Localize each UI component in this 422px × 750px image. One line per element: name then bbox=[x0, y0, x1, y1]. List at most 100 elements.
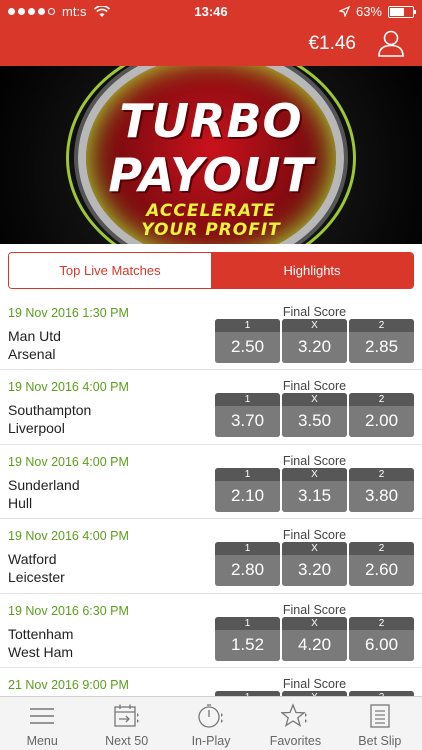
battery-percent: 63% bbox=[355, 4, 382, 19]
odds-button-home[interactable]: 1 2.80 bbox=[215, 542, 280, 587]
segment-tabs: Top Live Matches Highlights bbox=[8, 252, 414, 289]
odds-label: 2 bbox=[349, 542, 414, 556]
result-label: Final Score bbox=[282, 453, 347, 468]
odds-value: 3.20 bbox=[282, 332, 347, 363]
odds-value: 1.52 bbox=[215, 629, 280, 661]
away-team: West Ham bbox=[8, 643, 74, 660]
banner-headline-2: PAYOUT bbox=[108, 148, 314, 202]
odds-button-away[interactable]: 2 3.80 bbox=[349, 467, 414, 512]
odds-group: 1 2.80 X 3.20 2 2.60 bbox=[215, 542, 414, 587]
odds-button-away[interactable]: 2 2.00 bbox=[349, 393, 414, 438]
odds-button-draw[interactable]: X 3.15 bbox=[282, 467, 347, 512]
nav-bet-slip[interactable]: Bet Slip bbox=[338, 697, 422, 750]
odds-label: X bbox=[282, 616, 347, 630]
bottom-nav: Menu Next 50 In-Play Favorites Bet Slip bbox=[0, 696, 422, 750]
match-date: 19 Nov 2016 4:00 PM bbox=[8, 380, 129, 395]
odds-value: 2.60 bbox=[349, 555, 414, 587]
odds-label: 1 bbox=[215, 393, 280, 407]
odds-value: 2.50 bbox=[215, 332, 280, 363]
nav-menu[interactable]: Menu bbox=[0, 697, 84, 750]
away-team: Hull bbox=[8, 494, 33, 511]
home-team: Southampton bbox=[8, 402, 92, 419]
nav-next-50[interactable]: Next 50 bbox=[84, 697, 168, 750]
odds-value: 2.80 bbox=[215, 555, 280, 587]
odds-label: 2 bbox=[349, 616, 414, 630]
odds-label: 1 bbox=[215, 542, 280, 556]
odds-value: 3.50 bbox=[282, 406, 347, 438]
odds-value: 2.85 bbox=[349, 332, 414, 363]
odds-label: X bbox=[282, 467, 347, 481]
odds-group: 1 1.52 X 4.20 2 6.00 bbox=[215, 616, 414, 661]
odds-label: 1 bbox=[215, 616, 280, 630]
home-team: Man Utd bbox=[8, 328, 61, 344]
match-date: 19 Nov 2016 4:00 PM bbox=[8, 454, 129, 469]
home-team: Watford bbox=[8, 551, 57, 568]
odds-button-draw[interactable]: X 3.20 bbox=[282, 542, 347, 587]
home-team: Sunderland bbox=[8, 476, 80, 493]
promo-banner[interactable]: TURBO PAYOUT ACCELERATE YOUR PROFIT bbox=[0, 66, 422, 244]
odds-button-draw[interactable]: X 3.50 bbox=[282, 393, 347, 438]
result-label: Final Score bbox=[282, 602, 347, 617]
odds-value: 3.80 bbox=[349, 480, 414, 512]
match-list: 19 Nov 2016 1:30 PM Man Utd Arsenal Fina… bbox=[0, 296, 422, 743]
odds-label: 2 bbox=[349, 467, 414, 481]
odds-value: 3.70 bbox=[215, 406, 280, 438]
status-bar: mt:s 13:46 63% bbox=[0, 0, 422, 22]
nav-in-play-label: In-Play bbox=[191, 734, 231, 748]
away-team: Liverpool bbox=[8, 420, 65, 437]
match-row[interactable]: 19 Nov 2016 4:00 PM Watford Leicester Fi… bbox=[0, 519, 422, 594]
odds-button-draw[interactable]: X 4.20 bbox=[282, 616, 347, 661]
odds-value: 3.15 bbox=[282, 480, 347, 512]
tab-highlights[interactable]: Highlights bbox=[211, 253, 413, 288]
status-right: 63% bbox=[338, 4, 416, 19]
banner-tagline-2: YOUR PROFIT bbox=[141, 220, 281, 240]
odds-value: 3.20 bbox=[282, 555, 347, 587]
stopwatch-icon bbox=[198, 704, 224, 728]
calendar-icon bbox=[113, 704, 139, 727]
odds-button-home[interactable]: 1 3.70 bbox=[215, 393, 280, 438]
odds-button-draw[interactable]: X 3.20 bbox=[282, 319, 347, 363]
odds-group: 1 3.70 X 3.50 2 2.00 bbox=[215, 393, 414, 438]
match-row[interactable]: 19 Nov 2016 6:30 PM Tottenham West Ham F… bbox=[0, 594, 422, 668]
odds-button-away[interactable]: 2 2.60 bbox=[349, 542, 414, 587]
betslip-icon bbox=[370, 704, 390, 728]
odds-button-home[interactable]: 1 2.50 bbox=[215, 319, 280, 363]
result-label: Final Score bbox=[282, 305, 347, 319]
odds-button-home[interactable]: 1 2.10 bbox=[215, 467, 280, 512]
match-row[interactable]: 19 Nov 2016 4:00 PM Sunderland Hull Fina… bbox=[0, 445, 422, 520]
away-team: Arsenal bbox=[8, 346, 56, 362]
odds-label: 2 bbox=[349, 319, 414, 332]
tab-top-live-matches[interactable]: Top Live Matches bbox=[9, 253, 211, 288]
odds-value: 2.00 bbox=[349, 406, 414, 438]
nav-favorites[interactable]: Favorites bbox=[253, 697, 337, 750]
result-label: Final Score bbox=[282, 528, 347, 543]
banner-tagline-1: ACCELERATE bbox=[146, 201, 276, 221]
match-date: 19 Nov 2016 6:30 PM bbox=[8, 603, 129, 618]
odds-button-away[interactable]: 2 6.00 bbox=[349, 616, 414, 661]
odds-label: 1 bbox=[215, 467, 280, 481]
odds-value: 6.00 bbox=[349, 629, 414, 661]
match-row[interactable]: 19 Nov 2016 4:00 PM Southampton Liverpoo… bbox=[0, 370, 422, 445]
nav-next-50-label: Next 50 bbox=[105, 734, 149, 748]
star-icon bbox=[281, 703, 308, 727]
odds-button-home[interactable]: 1 1.52 bbox=[215, 616, 280, 661]
battery-fill bbox=[390, 7, 404, 16]
location-arrow-icon bbox=[338, 6, 350, 17]
odds-value: 2.10 bbox=[215, 480, 280, 512]
match-row[interactable]: 19 Nov 2016 1:30 PM Man Utd Arsenal Fina… bbox=[0, 296, 422, 371]
banner-headline-1: TURBO bbox=[119, 94, 303, 148]
match-date: 19 Nov 2016 1:30 PM bbox=[8, 306, 129, 320]
odds-value: 4.20 bbox=[282, 629, 347, 661]
app-header: mt:s 13:46 63% €1.46 bbox=[0, 0, 422, 66]
odds-button-away[interactable]: 2 2.85 bbox=[349, 319, 414, 363]
match-date: 19 Nov 2016 4:00 PM bbox=[8, 529, 129, 544]
nav-menu-label: Menu bbox=[26, 734, 58, 748]
user-account-icon[interactable] bbox=[376, 28, 406, 58]
nav-bet-slip-label: Bet Slip bbox=[358, 734, 402, 748]
nav-in-play[interactable]: In-Play bbox=[169, 697, 253, 750]
result-label: Final Score bbox=[282, 379, 347, 394]
nav-favorites-label: Favorites bbox=[269, 734, 322, 748]
account-balance[interactable]: €1.46 bbox=[308, 33, 356, 55]
battery-icon bbox=[388, 5, 416, 18]
away-team: Leicester bbox=[8, 569, 65, 586]
